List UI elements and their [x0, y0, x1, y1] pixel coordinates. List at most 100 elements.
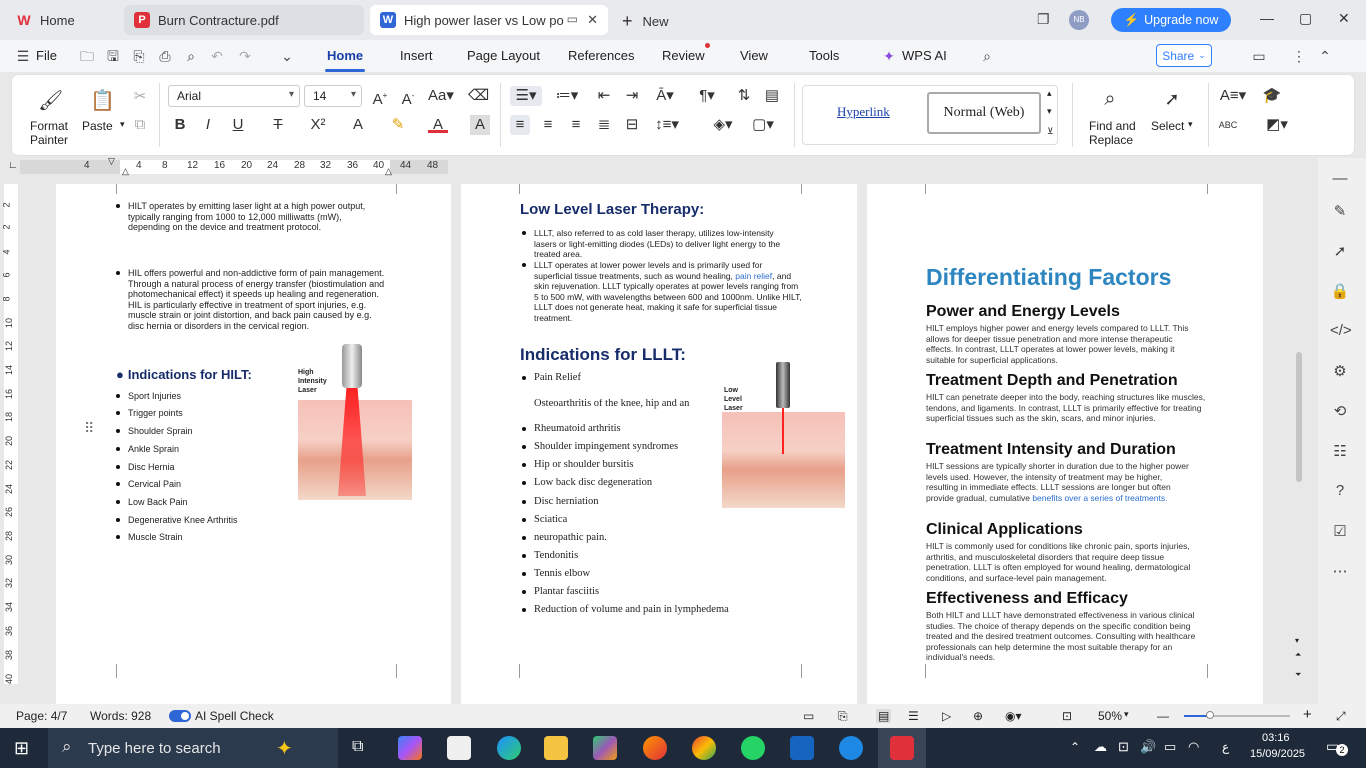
change-case-icon[interactable]: Aa▾: [428, 86, 454, 106]
close-window-icon[interactable]: ✕: [1338, 10, 1350, 27]
reading-mode-icon[interactable]: ▭: [803, 709, 814, 723]
export-icon[interactable]: ⎘: [130, 47, 148, 65]
pain-relief-link[interactable]: pain relief: [735, 271, 772, 281]
upgrade-button[interactable]: ⚡ Upgrade now: [1111, 8, 1231, 32]
web-view-icon[interactable]: ⊕: [973, 709, 983, 723]
proofing-icon[interactable]: ◩▾: [1262, 115, 1292, 135]
menu-review[interactable]: Review: [662, 48, 705, 63]
next-page-icon[interactable]: ⏷: [1295, 670, 1301, 680]
app-w-icon[interactable]: [790, 736, 814, 760]
zoom-out-icon[interactable]: —: [1157, 709, 1169, 723]
app-c-icon[interactable]: [839, 736, 863, 760]
hamburger-icon[interactable]: ☰: [14, 47, 32, 65]
collapse-icon[interactable]: —: [1330, 170, 1350, 190]
text-tools-icon[interactable]: A≡▾: [1218, 86, 1248, 106]
share-button[interactable]: Share ⌄: [1156, 44, 1212, 67]
menu-insert[interactable]: Insert: [400, 48, 433, 63]
sort-icon[interactable]: ⇅: [734, 86, 754, 106]
chrome-icon[interactable]: [692, 736, 716, 760]
select-cursor-icon[interactable]: ➚: [1162, 89, 1182, 109]
redo-icon[interactable]: ↷: [236, 47, 254, 65]
sliders-icon[interactable]: ⚙: [1330, 362, 1350, 382]
copilot-icon[interactable]: [398, 736, 422, 760]
font-family-select[interactable]: Arial ▾: [168, 85, 300, 107]
eye-icon[interactable]: ◉▾: [1005, 709, 1022, 723]
text-direction-icon[interactable]: Ā▾: [652, 86, 678, 106]
clock-date[interactable]: 15/09/2025: [1250, 748, 1305, 760]
cut-icon[interactable]: ✂: [130, 87, 150, 107]
character-shading-icon[interactable]: A: [470, 115, 490, 135]
page-2[interactable]: Low Level Laser Therapy: LLLT, also refe…: [461, 184, 857, 704]
line-spacing-icon[interactable]: ↕≡▾: [652, 115, 682, 135]
table-lines-icon[interactable]: ▤: [762, 86, 782, 106]
scroll-down-icon[interactable]: ▾: [1047, 106, 1052, 117]
whatsapp-icon[interactable]: [741, 736, 765, 760]
paste-label[interactable]: Paste: [82, 119, 113, 133]
expand-styles-icon[interactable]: ⊻: [1047, 126, 1054, 137]
style-hyperlink[interactable]: Hyperlink: [837, 104, 890, 120]
vertical-scrollbar[interactable]: ▾ ⏶ ⏷: [1294, 184, 1304, 704]
shading-icon[interactable]: ◈▾: [710, 115, 736, 135]
tray-battery-icon[interactable]: ▭: [1164, 739, 1176, 755]
spell-check-toggle[interactable]: [169, 710, 191, 722]
tab-home[interactable]: W Home: [6, 5, 118, 35]
drag-handle-icon[interactable]: ⠿: [84, 420, 94, 437]
window-restore-icon[interactable]: ❐: [1037, 11, 1050, 28]
wps-taskbar-active[interactable]: [878, 728, 926, 768]
collapse-ribbon-icon[interactable]: ⌃: [1316, 47, 1334, 65]
text-effect-icon[interactable]: A: [348, 115, 368, 135]
tray-sound-icon[interactable]: 🔊: [1140, 739, 1156, 755]
chevron-down-icon[interactable]: ▾: [1188, 119, 1193, 130]
cursor-icon[interactable]: ➚: [1330, 242, 1350, 262]
windows-start-icon[interactable]: ⊞: [14, 738, 29, 759]
menu-home[interactable]: Home: [327, 48, 363, 63]
tray-wifi-icon[interactable]: ◠: [1188, 739, 1199, 755]
history-icon[interactable]: ⟲: [1330, 402, 1350, 422]
doc-check-icon[interactable]: ☑: [1330, 522, 1350, 542]
font-size-select[interactable]: 14 ▾: [304, 85, 362, 107]
right-indent-icon[interactable]: △: [385, 166, 392, 177]
menu-view[interactable]: View: [740, 48, 768, 63]
lock-icon[interactable]: 🔒: [1330, 282, 1350, 302]
decrease-font-icon[interactable]: A-: [398, 86, 418, 108]
increase-indent-icon[interactable]: ⇥: [622, 86, 642, 106]
save-icon[interactable]: 🖫: [104, 47, 122, 65]
more-icon[interactable]: ⋯: [1330, 562, 1350, 582]
select-label[interactable]: Select: [1151, 119, 1184, 133]
highlight-icon[interactable]: ✎: [388, 115, 408, 135]
code-icon[interactable]: </>: [1330, 322, 1352, 342]
file-explorer-icon[interactable]: [544, 736, 568, 760]
prev-page-icon[interactable]: ⏶: [1295, 650, 1301, 660]
zoom-slider[interactable]: [1184, 711, 1290, 719]
print-preview-icon[interactable]: ⌕: [182, 47, 200, 65]
decrease-indent-icon[interactable]: ⇤: [594, 86, 614, 106]
horizontal-ruler[interactable]: ∟ 4 4 8 12 16 20 24 28 32 36 40 44 48 ▽ …: [0, 156, 1366, 177]
superscript-icon[interactable]: X²: [308, 115, 328, 135]
input-language[interactable]: ع: [1222, 740, 1229, 754]
maximize-icon[interactable]: ▢: [1299, 10, 1312, 27]
zoom-in-icon[interactable]: +: [1303, 706, 1312, 723]
zoom-level[interactable]: 50%: [1098, 709, 1122, 723]
chevron-down-icon[interactable]: ▾: [120, 119, 125, 130]
strikethrough-icon[interactable]: T: [268, 115, 288, 135]
borders-icon[interactable]: ▢▾: [750, 115, 776, 135]
notification-center[interactable]: ▭ 2: [1326, 738, 1348, 758]
undo-icon[interactable]: ↶: [208, 47, 226, 65]
minimize-icon[interactable]: —: [1260, 10, 1274, 26]
hanging-indent-icon[interactable]: △: [122, 166, 129, 177]
scroll-up-icon[interactable]: ▴: [1047, 88, 1052, 99]
find-icon[interactable]: ⌕: [1100, 89, 1120, 109]
style-normal-web[interactable]: Normal (Web): [927, 92, 1041, 134]
paste-icon[interactable]: 📋: [90, 91, 115, 111]
scroll-down-icon[interactable]: ▾: [1295, 636, 1299, 645]
clock-time[interactable]: 03:16: [1262, 732, 1290, 744]
firefox-icon[interactable]: [643, 736, 667, 760]
new-tab-button[interactable]: + New: [622, 11, 669, 32]
indent-marker-icon[interactable]: ▽: [108, 156, 115, 167]
spell-check-icon[interactable]: ABC: [1218, 115, 1238, 135]
tray-app-icon[interactable]: ☁: [1094, 739, 1107, 755]
numbered-list-icon[interactable]: ≔▾: [554, 86, 580, 106]
print-icon[interactable]: ⎙: [156, 47, 174, 65]
fit-page-icon[interactable]: ⊡: [1062, 709, 1072, 723]
help-icon[interactable]: ?: [1330, 482, 1350, 502]
